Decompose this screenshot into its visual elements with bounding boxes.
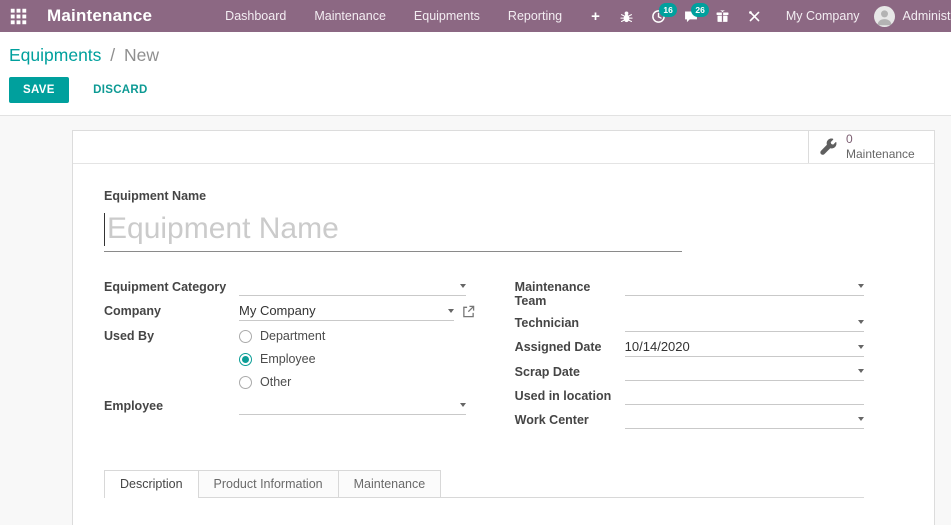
used-in-location-input[interactable] bbox=[624, 388, 864, 405]
save-button[interactable]: SAVE bbox=[9, 77, 69, 103]
equipment-name-field bbox=[104, 212, 682, 252]
radio-circle[interactable] bbox=[239, 375, 252, 389]
radio-circle[interactable] bbox=[239, 329, 252, 343]
discard-button[interactable]: DISCARD bbox=[81, 78, 160, 102]
tab-description[interactable]: Description bbox=[104, 470, 199, 498]
chevron-down-icon bbox=[858, 344, 864, 349]
navbar-systray: 16 26 My Company Administ bbox=[612, 0, 951, 32]
main-menu: Dashboard Maintenance Equipments Reporti… bbox=[214, 0, 612, 32]
breadcrumb-separator: / bbox=[110, 45, 116, 65]
chevron-down-icon bbox=[460, 284, 466, 288]
chevron-down-icon bbox=[447, 308, 454, 313]
radio-department-label: Department bbox=[260, 329, 326, 343]
external-link-icon[interactable] bbox=[462, 303, 475, 318]
field-employee: Employee bbox=[104, 398, 475, 415]
radio-other[interactable]: Other bbox=[239, 375, 325, 389]
breadcrumb-current: New bbox=[124, 45, 160, 65]
radio-department[interactable]: Department bbox=[239, 329, 325, 343]
assigned-date-input[interactable]: 10/14/2020 bbox=[624, 339, 864, 357]
radio-circle-checked[interactable] bbox=[239, 352, 252, 366]
form-sheet: 0 Maintenance Equipment Name Equipment C… bbox=[72, 130, 935, 525]
chevron-down-icon bbox=[858, 417, 864, 421]
tools-icon[interactable] bbox=[740, 0, 770, 32]
field-scrap-date: Scrap Date bbox=[515, 364, 864, 381]
tab-content bbox=[104, 498, 864, 525]
field-grid: Equipment Category Company My Company Us… bbox=[104, 279, 864, 436]
wrench-icon bbox=[819, 138, 838, 157]
content-area: 0 Maintenance Equipment Name Equipment C… bbox=[0, 116, 951, 525]
maintenance-team-select[interactable] bbox=[624, 279, 864, 296]
notebook-tabs: Description Product Information Maintena… bbox=[104, 470, 864, 498]
chevron-down-icon bbox=[858, 320, 864, 324]
chevron-down-icon bbox=[858, 284, 864, 288]
scrap-date-input[interactable] bbox=[624, 364, 864, 381]
company-select[interactable]: My Company bbox=[239, 303, 454, 321]
technician-label: Technician bbox=[514, 316, 580, 330]
technician-select[interactable] bbox=[624, 315, 864, 332]
radio-employee-label: Employee bbox=[260, 352, 316, 366]
company-value: My Company bbox=[239, 303, 316, 318]
menu-dashboard[interactable]: Dashboard bbox=[214, 0, 297, 32]
menu-equipments[interactable]: Equipments bbox=[403, 0, 491, 32]
field-company: Company My Company bbox=[104, 303, 475, 321]
message-badge: 26 bbox=[690, 3, 710, 17]
radio-employee[interactable]: Employee bbox=[239, 352, 325, 366]
tab-maintenance[interactable]: Maintenance bbox=[337, 470, 442, 497]
equipment-name-input[interactable] bbox=[105, 212, 682, 246]
apps-grid-icon[interactable] bbox=[10, 3, 27, 29]
messages-icon[interactable]: 26 bbox=[676, 0, 710, 32]
sheet-body: Equipment Name Equipment Category bbox=[73, 164, 934, 525]
chevron-down-icon bbox=[460, 403, 466, 407]
field-technician: Technician bbox=[515, 315, 864, 332]
bug-icon[interactable] bbox=[612, 0, 642, 32]
field-assigned-date: Assigned Date 10/14/2020 bbox=[515, 339, 864, 357]
app-title[interactable]: Maintenance bbox=[47, 6, 152, 26]
company-switcher[interactable]: My Company bbox=[772, 9, 872, 23]
equipment-category-label: Equipment Category bbox=[104, 280, 227, 294]
equipment-name-group: Equipment Name bbox=[104, 189, 864, 252]
control-panel-buttons: SAVE DISCARD bbox=[9, 77, 935, 103]
used-in-location-label: Used in location bbox=[514, 389, 612, 403]
menu-maintenance[interactable]: Maintenance bbox=[303, 0, 397, 32]
button-box: 0 Maintenance bbox=[73, 131, 934, 164]
stat-label: Maintenance bbox=[846, 147, 915, 161]
top-navbar: Maintenance Dashboard Maintenance Equipm… bbox=[0, 0, 951, 32]
gift-icon[interactable] bbox=[708, 0, 738, 32]
maintenance-stat-button[interactable]: 0 Maintenance bbox=[808, 131, 934, 163]
field-equipment-category: Equipment Category bbox=[104, 279, 475, 296]
equipment-category-select[interactable] bbox=[239, 279, 466, 296]
menu-reporting[interactable]: Reporting bbox=[497, 0, 573, 32]
work-center-select[interactable] bbox=[624, 412, 864, 429]
company-label: Company bbox=[104, 304, 161, 318]
employee-select[interactable] bbox=[239, 398, 466, 415]
right-column: Maintenance Team Technician Assigned Dat… bbox=[515, 279, 864, 436]
assigned-date-value: 10/14/2020 bbox=[624, 339, 690, 354]
field-work-center: Work Center bbox=[515, 412, 864, 429]
radio-other-label: Other bbox=[260, 375, 292, 389]
field-used-in-location: Used in location bbox=[515, 388, 864, 405]
used-by-radio-group: Department Employee Other bbox=[239, 328, 325, 389]
equipment-name-label: Equipment Name bbox=[104, 189, 207, 203]
work-center-label: Work Center bbox=[514, 413, 589, 427]
chevron-down-icon bbox=[858, 369, 864, 373]
breadcrumb: Equipments / New bbox=[9, 45, 935, 66]
employee-label: Employee bbox=[104, 399, 164, 413]
left-column: Equipment Category Company My Company Us… bbox=[104, 279, 475, 436]
stat-value: 0 bbox=[846, 132, 853, 146]
user-menu[interactable]: Administrator bbox=[903, 9, 951, 23]
field-used-by: Used By Department Employee Other bbox=[104, 328, 475, 389]
control-panel: Equipments / New SAVE DISCARD bbox=[0, 32, 951, 116]
field-maintenance-team: Maintenance Team bbox=[515, 279, 864, 308]
activity-clock-icon[interactable]: 16 bbox=[644, 0, 678, 32]
user-avatar[interactable] bbox=[873, 5, 895, 27]
stat-text: 0 Maintenance bbox=[846, 132, 915, 162]
activity-badge: 16 bbox=[658, 3, 678, 17]
maintenance-team-label: Maintenance Team bbox=[514, 280, 591, 308]
scrap-date-label: Scrap Date bbox=[514, 365, 580, 379]
used-by-label: Used By bbox=[104, 329, 155, 343]
breadcrumb-equipments[interactable]: Equipments bbox=[9, 45, 101, 65]
assigned-date-label: Assigned Date bbox=[514, 340, 602, 354]
plus-icon[interactable]: + bbox=[579, 8, 612, 25]
tab-product-information[interactable]: Product Information bbox=[197, 470, 339, 497]
